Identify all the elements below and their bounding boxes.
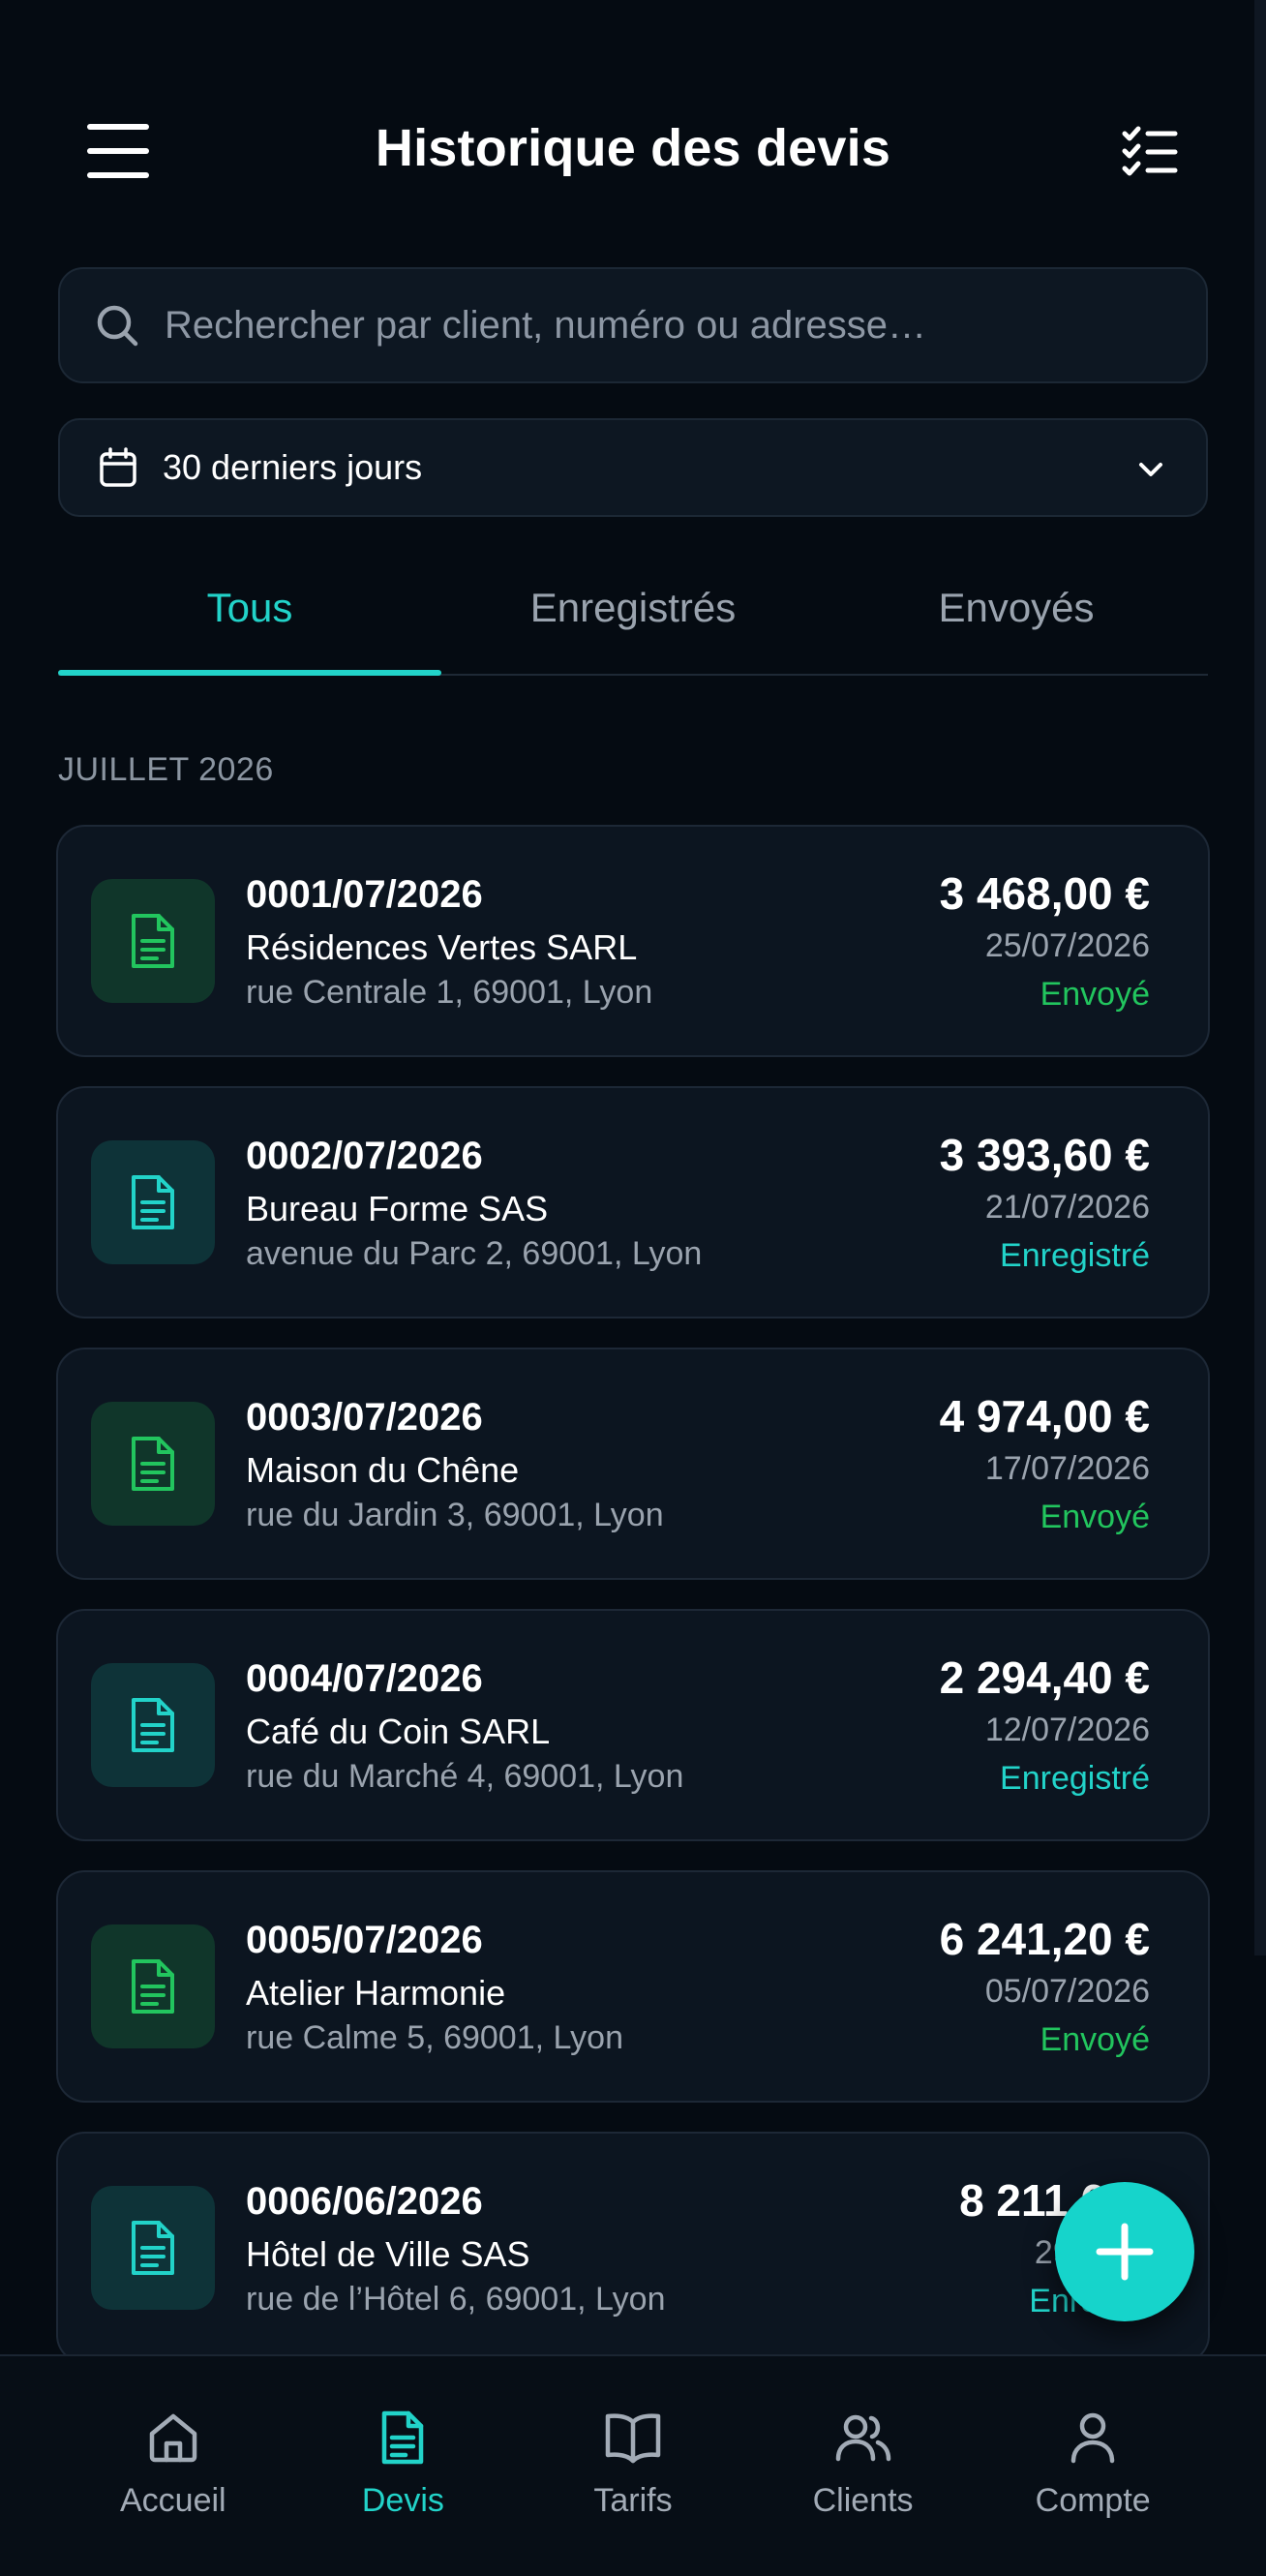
book-icon	[605, 2413, 661, 2464]
nav-label: Compte	[1035, 2482, 1151, 2519]
search-bar[interactable]	[58, 267, 1208, 383]
quote-status: Envoyé	[1040, 976, 1150, 1013]
date-range-select[interactable]: 30 derniers jours	[58, 418, 1208, 517]
nav-label: Tarifs	[593, 2482, 673, 2519]
search-icon	[97, 305, 138, 347]
quote-number: 0003/07/2026	[246, 1396, 483, 1439]
quote-status: Enregistré	[1000, 1237, 1150, 1274]
quote-client: Café du Coin SARL	[246, 1712, 551, 1751]
quote-card[interactable]: 0005/07/2026 Atelier Harmonie rue Calme …	[56, 1870, 1210, 2103]
quote-client: Hôtel de Ville SAS	[246, 2234, 530, 2274]
status-tabs: Tous Enregistrés Envoyés	[58, 561, 1208, 676]
document-icon	[91, 879, 215, 1003]
quote-number: 0006/06/2026	[246, 2180, 483, 2223]
quote-client: Résidences Vertes SARL	[246, 927, 638, 967]
document-icon	[91, 1663, 215, 1787]
quote-address: rue du Marché 4, 69001, Lyon	[246, 1758, 684, 1795]
quote-number: 0005/07/2026	[246, 1919, 483, 1961]
document-icon	[91, 1140, 215, 1264]
plus-icon	[1096, 2223, 1154, 2281]
quote-number: 0001/07/2026	[246, 873, 483, 916]
quote-address: avenue du Parc 2, 69001, Lyon	[246, 1235, 703, 1272]
quote-address: rue de l’Hôtel 6, 69001, Lyon	[246, 2281, 666, 2318]
quote-date: 25/07/2026	[984, 927, 1150, 964]
date-range-value: 30 derniers jours	[163, 447, 423, 487]
tab-sent[interactable]: Envoyés	[825, 561, 1208, 674]
quote-address: rue Calme 5, 69001, Lyon	[246, 2019, 623, 2056]
nav-label: Clients	[812, 2482, 914, 2519]
quote-card[interactable]: 0003/07/2026 Maison du Chêne rue du Jard…	[56, 1348, 1210, 1580]
nav-item-clients[interactable]: Clients	[748, 2356, 979, 2576]
quote-client: Maison du Chêne	[246, 1450, 520, 1490]
nav-item-quotes[interactable]: Devis	[288, 2356, 519, 2576]
nav-label: Accueil	[119, 2482, 226, 2519]
tab-all[interactable]: Tous	[58, 561, 441, 676]
quote-number: 0002/07/2026	[246, 1135, 483, 1177]
add-quote-button[interactable]	[1055, 2182, 1194, 2321]
quote-client: Atelier Harmonie	[246, 1973, 506, 2013]
quote-card[interactable]: 0001/07/2026 Résidences Vertes SARL rue …	[56, 825, 1210, 1057]
quote-status: Envoyé	[1040, 2021, 1150, 2058]
quote-date: 05/07/2026	[984, 1973, 1150, 2010]
quote-amount: 2 294,40 €	[939, 1652, 1150, 1703]
quote-address: rue Centrale 1, 69001, Lyon	[246, 974, 653, 1011]
quote-amount: 6 241,20 €	[939, 1914, 1150, 1964]
header: Historique des devis	[0, 0, 1254, 252]
tab-saved[interactable]: Enregistrés	[441, 561, 825, 674]
document-icon	[91, 1924, 215, 2048]
document-icon	[91, 1402, 215, 1526]
home-icon	[149, 2413, 197, 2463]
quote-status: Envoyé	[1040, 1499, 1150, 1535]
quote-client: Bureau Forme SAS	[246, 1189, 549, 1228]
quote-amount: 3 393,60 €	[939, 1130, 1150, 1180]
quote-card[interactable]: 0006/06/2026 Hôtel de Ville SAS rue de l…	[56, 2132, 1210, 2354]
document-icon	[382, 2410, 424, 2465]
nav-item-home[interactable]: Accueil	[58, 2356, 288, 2576]
scrollbar[interactable]	[1254, 0, 1266, 1955]
quotes-list[interactable]: 0001/07/2026 Résidences Vertes SARL rue …	[56, 825, 1210, 2354]
quote-amount: 4 974,00 €	[939, 1391, 1150, 1441]
month-section-label: JUILLET 2026	[58, 751, 274, 788]
quote-address: rue du Jardin 3, 69001, Lyon	[246, 1497, 664, 1533]
calendar-icon	[100, 447, 136, 487]
quote-date: 12/07/2026	[984, 1712, 1150, 1748]
quote-number: 0004/07/2026	[246, 1657, 483, 1700]
quote-card[interactable]: 0004/07/2026 Café du Coin SARL rue du Ma…	[56, 1609, 1210, 1841]
search-input[interactable]	[165, 269, 1206, 381]
checklist-icon[interactable]	[1121, 126, 1179, 178]
nav-item-account[interactable]: Compte	[978, 2356, 1208, 2576]
nav-item-rates[interactable]: Tarifs	[518, 2356, 748, 2576]
page-title: Historique des devis	[375, 119, 891, 177]
user-icon	[1070, 2412, 1115, 2464]
chevron-down-icon	[1139, 463, 1162, 476]
quote-status: Enregistré	[1000, 1760, 1150, 1797]
quotes-history-screen: Historique des devis 30 derniers jour	[0, 0, 1266, 2576]
nav-label: Devis	[361, 2482, 444, 2519]
bottom-navigation: Accueil Devis Tarifs Clients Compte	[0, 2354, 1266, 2576]
quote-card[interactable]: 0002/07/2026 Bureau Forme SAS avenue du …	[56, 1086, 1210, 1318]
users-icon	[835, 2414, 890, 2462]
quote-amount: 3 468,00 €	[939, 868, 1150, 919]
quote-date: 17/07/2026	[984, 1450, 1150, 1487]
quote-date: 21/07/2026	[984, 1189, 1150, 1226]
document-icon	[91, 2186, 215, 2310]
